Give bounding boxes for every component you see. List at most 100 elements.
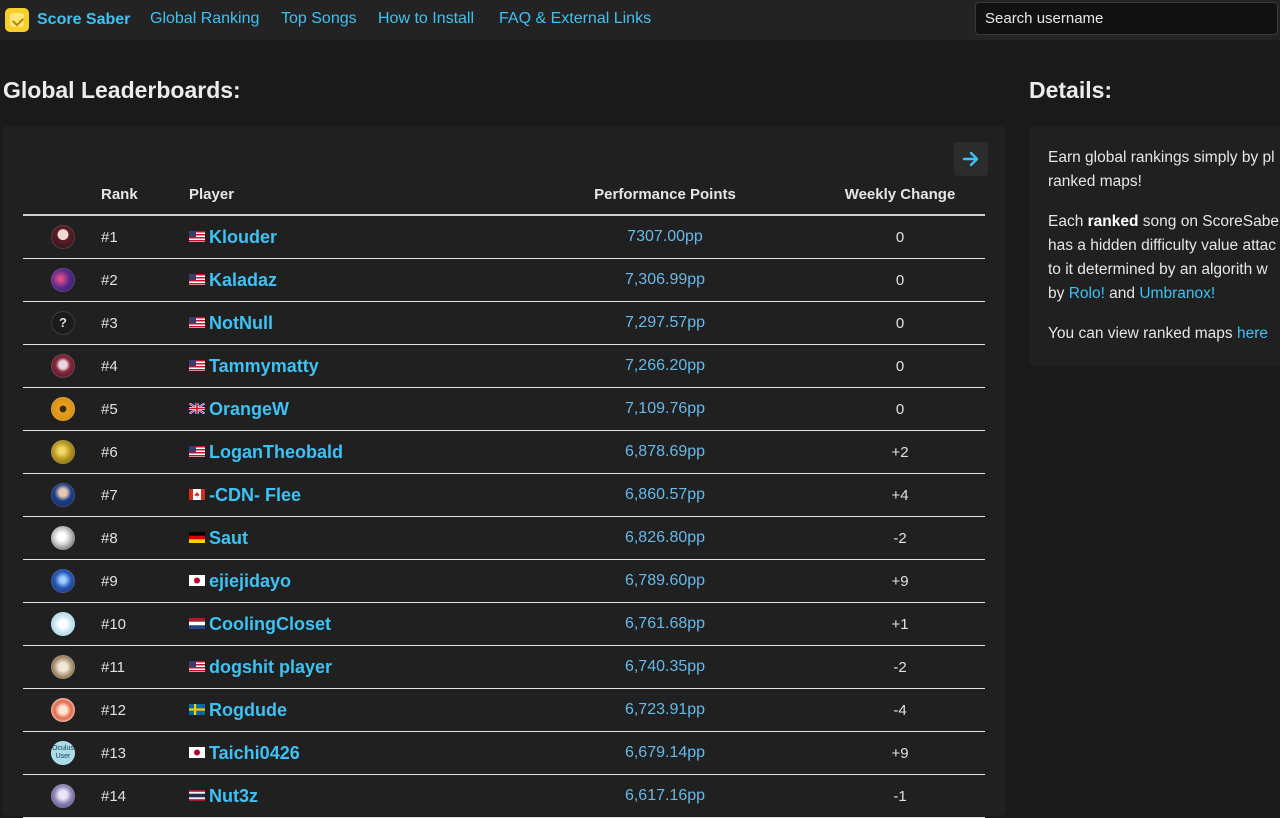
- player-name-link[interactable]: CoolingCloset: [209, 614, 331, 634]
- player-name-link[interactable]: ejiejidayo: [209, 571, 291, 591]
- gb-flag-icon: [189, 402, 205, 414]
- player-name-link[interactable]: Taichi0426: [209, 743, 300, 763]
- player-avatar[interactable]: [51, 526, 75, 550]
- player-name-link[interactable]: -CDN- Flee: [209, 485, 301, 505]
- pp-cell: 6,789.60pp: [624, 572, 706, 589]
- nav-link-global-ranking[interactable]: Global Ranking: [150, 10, 259, 28]
- rolo-link[interactable]: Rolo!: [1069, 285, 1105, 302]
- us-flag-icon: [189, 273, 205, 285]
- brand-link[interactable]: Score Saber: [5, 7, 130, 33]
- player-avatar[interactable]: [51, 569, 75, 593]
- avatar-column-header: [23, 174, 101, 216]
- details-title: Details:: [1029, 77, 1113, 103]
- us-flag-icon: [189, 445, 205, 457]
- weekly-change-cell: 0: [895, 314, 905, 332]
- player-avatar[interactable]: [51, 655, 75, 679]
- weekly-change-cell: +9: [891, 572, 909, 590]
- rank-cell: #10: [101, 615, 127, 633]
- pp-cell: 6,860.57pp: [624, 486, 706, 503]
- details-text: to it determined by an algorith w: [1048, 261, 1268, 278]
- player-avatar[interactable]: [51, 354, 75, 378]
- details-panel: Earn global rankings simply by pl ranked…: [1029, 126, 1280, 366]
- table-row: Oculus User #13 Taichi0426 6,679.14pp +9: [23, 731, 985, 775]
- search-username-input[interactable]: [975, 2, 1278, 35]
- weekly-change-cell: -2: [893, 658, 907, 676]
- brand-name: Score Saber: [37, 11, 131, 28]
- weekly-change-cell: 0: [895, 271, 905, 289]
- player-name-link[interactable]: Saut: [209, 528, 248, 548]
- pp-cell: 6,740.35pp: [624, 658, 706, 675]
- player-name-link[interactable]: Nut3z: [209, 786, 258, 806]
- player-name-link[interactable]: NotNull: [209, 313, 273, 333]
- table-row: #8 Saut 6,826.80pp -2: [23, 516, 985, 560]
- se-flag-icon: [189, 703, 205, 715]
- ca-flag-icon: [189, 488, 205, 500]
- details-text: ranked maps!: [1048, 173, 1142, 190]
- details-text: Earn global rankings simply by pl: [1048, 149, 1275, 166]
- jp-flag-icon: [189, 746, 205, 758]
- weekly-change-cell: +1: [891, 615, 909, 633]
- weekly-change-cell: 0: [895, 357, 905, 375]
- us-flag-icon: [189, 230, 205, 242]
- player-avatar[interactable]: [51, 483, 75, 507]
- th-flag-icon: [189, 789, 205, 801]
- pp-cell: 6,761.68pp: [624, 615, 706, 632]
- player-name-link[interactable]: Rogdude: [209, 700, 287, 720]
- player-avatar[interactable]: [51, 268, 75, 292]
- nl-flag-icon: [189, 617, 205, 629]
- table-row: #6 LoganTheobald 6,878.69pp +2: [23, 430, 985, 474]
- pp-cell: 7,109.76pp: [624, 400, 706, 417]
- rank-cell: #13: [101, 744, 127, 762]
- table-header-row: Rank Player Performance Points Weekly Ch…: [23, 174, 985, 216]
- nav-link-how-to-install[interactable]: How to Install: [378, 10, 474, 28]
- pp-cell: 6,723.91pp: [624, 701, 706, 718]
- umbranox-link[interactable]: Umbranox!: [1139, 285, 1215, 302]
- rank-cell: #8: [101, 529, 118, 547]
- table-row: #11 dogshit player 6,740.35pp -2: [23, 645, 985, 689]
- rank-cell: #14: [101, 787, 127, 805]
- player-name-link[interactable]: Klouder: [209, 227, 277, 247]
- nav-link-faq[interactable]: FAQ & External Links: [499, 10, 651, 28]
- top-navbar: Score Saber Global Ranking Top Songs How…: [0, 0, 1280, 40]
- table-row: #14 Nut3z 6,617.16pp -1: [23, 774, 985, 818]
- player-name-link[interactable]: Kaladaz: [209, 270, 277, 290]
- rank-cell: #9: [101, 572, 118, 590]
- player-name-link[interactable]: Tammymatty: [209, 356, 319, 376]
- weekly-change-cell: +2: [891, 443, 909, 461]
- details-text: Each: [1048, 213, 1088, 230]
- pp-cell: 6,878.69pp: [624, 443, 706, 460]
- rank-column-header: Rank: [101, 174, 189, 216]
- pp-cell: 6,679.14pp: [624, 744, 706, 761]
- player-avatar[interactable]: [51, 698, 75, 722]
- player-column-header: Player: [189, 174, 515, 216]
- player-avatar-placeholder[interactable]: ?: [51, 311, 75, 335]
- player-avatar[interactable]: [51, 397, 75, 421]
- leaderboard-panel: Rank Player Performance Points Weekly Ch…: [2, 126, 1006, 818]
- us-flag-icon: [189, 660, 205, 672]
- pp-column-header: Performance Points: [515, 174, 815, 216]
- next-page-button[interactable]: [954, 142, 988, 176]
- pp-cell: 6,826.80pp: [624, 529, 706, 546]
- player-name-link[interactable]: dogshit player: [209, 657, 332, 677]
- player-avatar[interactable]: [51, 440, 75, 464]
- weekly-change-cell: 0: [895, 400, 905, 418]
- jp-flag-icon: [189, 574, 205, 586]
- player-avatar[interactable]: [51, 225, 75, 249]
- ranked-maps-here-link[interactable]: here: [1237, 325, 1268, 342]
- details-text: and: [1104, 285, 1140, 302]
- details-bold-text: ranked: [1087, 213, 1139, 230]
- player-name-link[interactable]: LoganTheobald: [209, 442, 343, 462]
- player-avatar[interactable]: [51, 612, 75, 636]
- leaderboard-table: Rank Player Performance Points Weekly Ch…: [23, 174, 985, 818]
- arrow-right-icon: [962, 151, 979, 167]
- pp-cell: 7307.00pp: [627, 228, 703, 245]
- details-text: You can view ranked maps: [1048, 325, 1237, 342]
- player-avatar-default[interactable]: Oculus User: [51, 741, 75, 765]
- nav-link-top-songs[interactable]: Top Songs: [281, 10, 357, 28]
- player-avatar[interactable]: [51, 784, 75, 808]
- de-flag-icon: [189, 531, 205, 543]
- player-name-link[interactable]: OrangeW: [209, 399, 289, 419]
- pp-cell: 7,266.20pp: [624, 357, 706, 374]
- rank-cell: #4: [101, 357, 118, 375]
- rank-cell: #11: [101, 658, 125, 676]
